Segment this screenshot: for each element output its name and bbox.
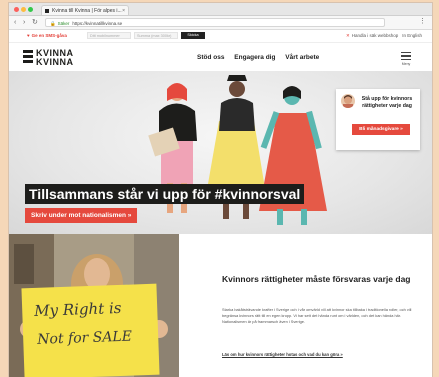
hamburger-menu-icon[interactable]: Meny: [399, 50, 413, 66]
menu-label: Meny: [401, 61, 411, 66]
url-text: https://kvinnatillkvinna.se: [72, 21, 123, 26]
back-icon[interactable]: ‹: [14, 18, 16, 27]
nav-item-vart-arbete[interactable]: Vårt arbete: [285, 54, 319, 61]
hero-cta-button[interactable]: Skriv under mot nationalismen »: [25, 208, 138, 223]
site-header: KVINNA KVINNA Stöd oss Engagera dig Vårt…: [9, 43, 432, 73]
logo-line2: KVINNA: [36, 57, 74, 67]
browser-menu-icon[interactable]: ⋮: [419, 17, 426, 25]
illustration-woman-right: [259, 86, 327, 225]
phone-number-input[interactable]: Ditt mobilnummer: [87, 32, 131, 39]
sign-line2: Not for SALE: [36, 328, 133, 348]
browser-window: Kvinna till Kvinna | För alpes i... × ‹ …: [9, 3, 432, 377]
sign-line1: My Right is: [33, 298, 122, 320]
utility-bar: ♥ Ge en SMS-gåva Ditt mobilnummer Summa (…: [9, 30, 432, 43]
protest-photo: My Right is Not for SALE: [9, 234, 179, 377]
nav-item-engagera-dig[interactable]: Engagera dig: [234, 54, 275, 61]
maximize-window-icon[interactable]: [28, 7, 33, 12]
article-read-more-link[interactable]: Läs om hur kvinnors rättigheter hotas oc…: [222, 352, 343, 357]
secure-label: Säker: [57, 21, 70, 26]
favicon-icon: [45, 9, 49, 13]
url-field[interactable]: 🔒 Säker https://kvinnatillkvinna.se: [45, 18, 385, 27]
reload-icon[interactable]: ↻: [32, 18, 38, 27]
card-text: Stå upp för kvinnors rättigheter varje d…: [361, 96, 413, 109]
article-title: Kvinnors rättigheter måste försvaras var…: [222, 274, 411, 284]
close-window-icon[interactable]: [14, 7, 19, 12]
avatar-face-icon: [343, 95, 353, 108]
close-tab-icon[interactable]: ×: [122, 6, 125, 15]
address-bar: ‹ › ↻ 🔒 Säker https://kvinnatillkvinna.se …: [9, 16, 432, 30]
tab-title: Kvinna till Kvinna | För alpes i...: [52, 8, 122, 14]
language-link[interactable]: In English: [402, 33, 422, 38]
hide-site-label: Handla i säk webbshop: [351, 33, 399, 38]
minimize-window-icon[interactable]: [21, 7, 26, 12]
sms-donate-link[interactable]: ♥ Ge en SMS-gåva: [27, 33, 67, 38]
become-monthly-donor-button[interactable]: Bli månadsgivare »: [352, 124, 410, 135]
forward-icon[interactable]: ›: [23, 18, 25, 27]
hide-site-link[interactable]: ✕ Handla i säk webbshop: [346, 33, 398, 39]
hero-banner: Tillsammans står vi upp för #kvinnorsval…: [9, 71, 432, 234]
avatar: [341, 94, 355, 108]
protest-sign: My Right is Not for SALE: [21, 283, 160, 377]
lock-icon: 🔒: [50, 21, 56, 26]
sms-donate-label: Ge en SMS-gåva: [31, 33, 67, 38]
tab-bar: Kvinna till Kvinna | För alpes i... ×: [9, 3, 432, 16]
heart-icon: ♥: [27, 33, 30, 38]
main-nav: Stöd oss Engagera dig Vårt arbete: [197, 54, 327, 61]
nav-item-stod-oss[interactable]: Stöd oss: [197, 54, 224, 61]
monthly-donor-card: Stå upp för kvinnors rättigheter varje d…: [336, 89, 420, 150]
article-body: Starka bakåtsträvande krafter i Sverige …: [222, 307, 412, 324]
hero-title: Tillsammans står vi upp för #kvinnorsval: [25, 184, 305, 204]
amount-input[interactable]: Summa (max 300kr): [134, 32, 178, 39]
close-icon: ✕: [346, 33, 350, 38]
sms-submit-button[interactable]: Skicka: [181, 32, 205, 39]
article-section: My Right is Not for SALE Kvinnors rättig…: [9, 234, 432, 377]
browser-tab[interactable]: Kvinna till Kvinna | För alpes i... ×: [41, 5, 129, 15]
